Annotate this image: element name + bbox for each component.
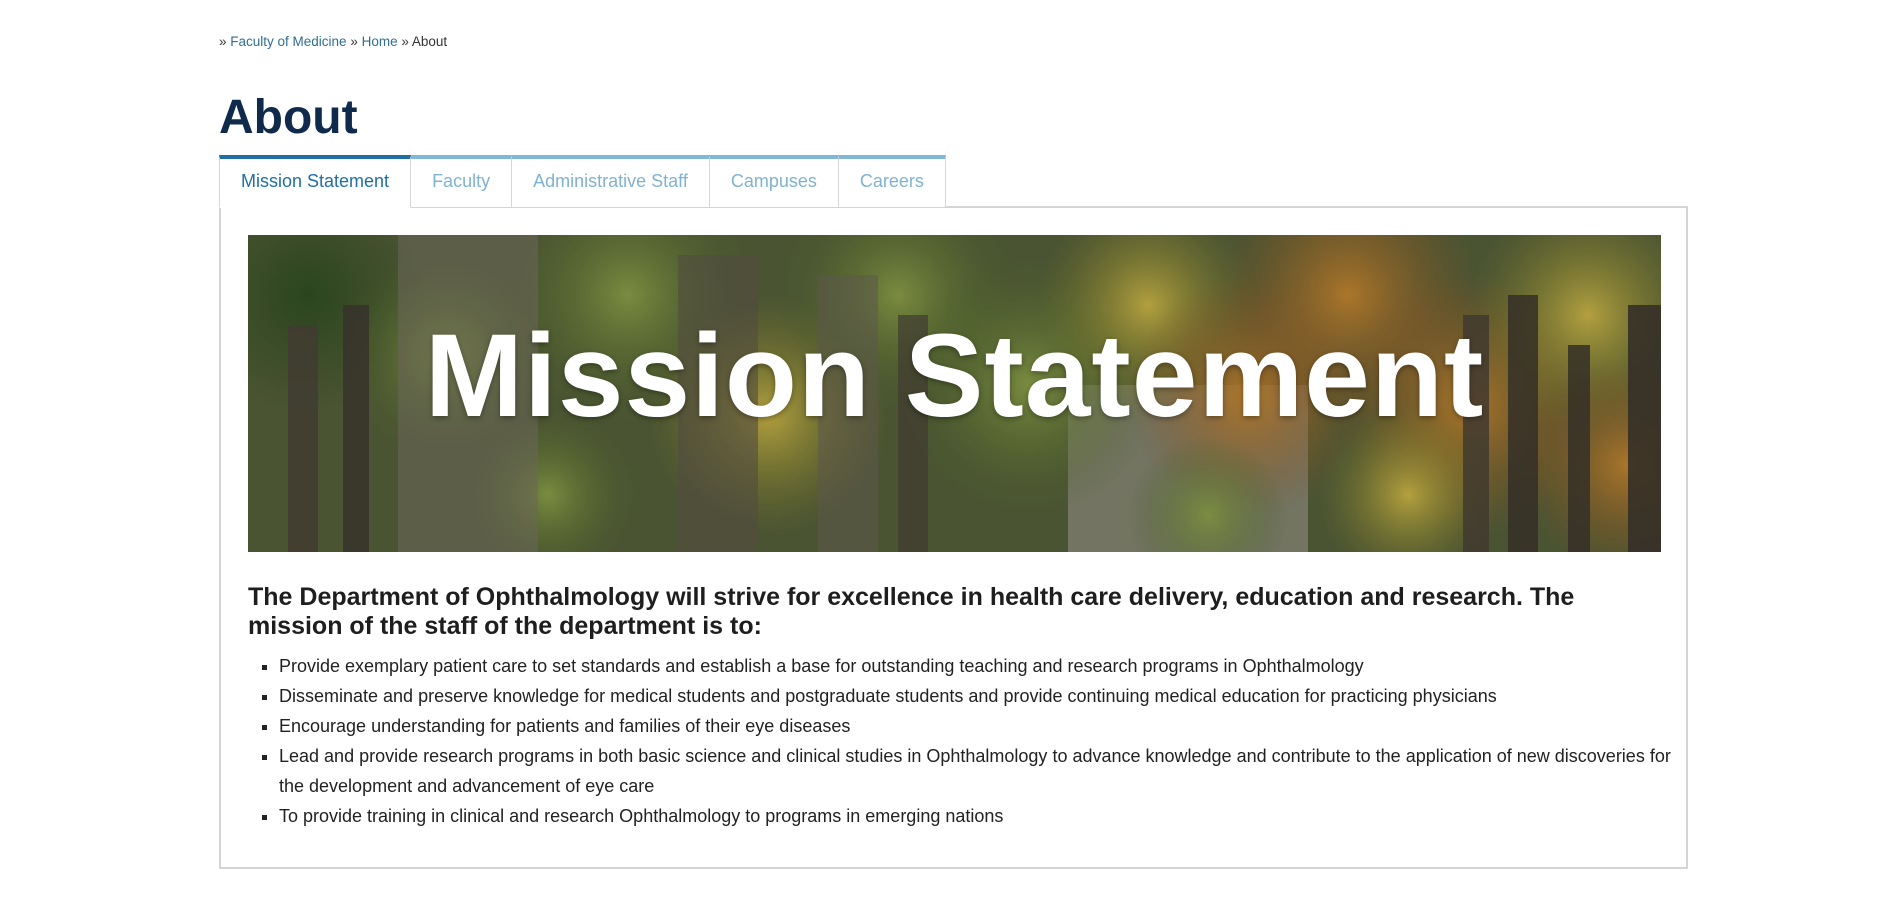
list-item: Provide exemplary patient care to set st…: [279, 651, 1679, 681]
breadcrumb: » Faculty of Medicine » Home » About: [219, 34, 447, 49]
list-item: Encourage understanding for patients and…: [279, 711, 1679, 741]
tab-mission-statement[interactable]: Mission Statement: [219, 155, 412, 208]
banner-title: Mission Statement: [424, 309, 1485, 442]
tab-faculty[interactable]: Faculty: [411, 155, 513, 207]
mission-banner-image: Mission Statement: [248, 235, 1661, 552]
list-item: Lead and provide research programs in bo…: [279, 741, 1679, 801]
tab-campuses[interactable]: Campuses: [709, 155, 839, 207]
page-title: About: [219, 91, 358, 144]
breadcrumb-link-home[interactable]: Home: [362, 34, 398, 49]
tab-bar: Mission Statement Faculty Administrative…: [219, 155, 946, 208]
mission-list: Provide exemplary patient care to set st…: [248, 651, 1679, 831]
tab-panel-mission-statement: Mission Statement The Department of Opht…: [219, 206, 1688, 869]
tab-administrative-staff[interactable]: Administrative Staff: [512, 155, 710, 207]
tab-careers[interactable]: Careers: [838, 155, 946, 207]
list-item: Disseminate and preserve knowledge for m…: [279, 681, 1679, 711]
mission-intro-heading: The Department of Ophthalmology will str…: [248, 583, 1575, 640]
breadcrumb-link-faculty-of-medicine[interactable]: Faculty of Medicine: [230, 34, 346, 49]
breadcrumb-separator: »: [350, 34, 362, 49]
breadcrumb-separator: »: [401, 34, 412, 49]
list-item: To provide training in clinical and rese…: [279, 801, 1679, 831]
breadcrumb-separator: »: [219, 34, 231, 49]
breadcrumb-current: About: [411, 34, 448, 49]
